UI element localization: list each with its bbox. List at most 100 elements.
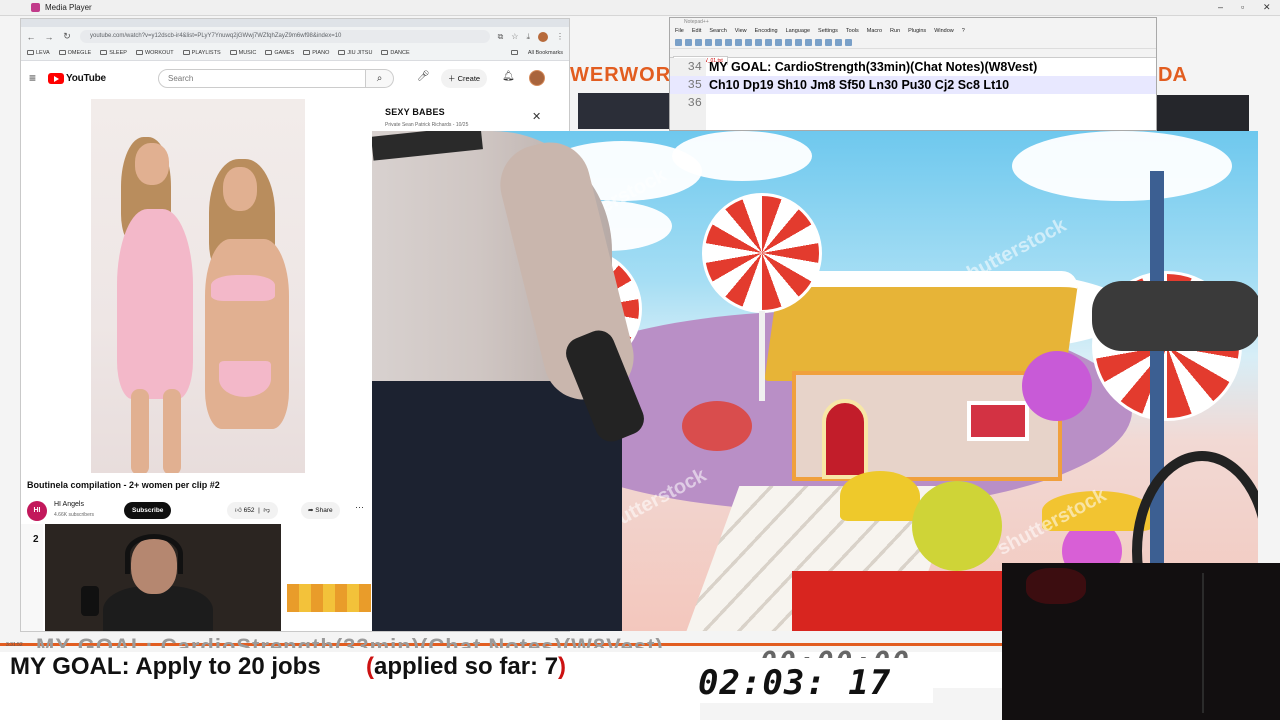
related-thumb-partial[interactable]: 2 <box>21 524 43 631</box>
menu-language[interactable]: Language <box>786 27 810 36</box>
notepad-window: Notepad++ File Edit Search View Encoding… <box>669 17 1157 131</box>
account-avatar[interactable] <box>529 70 545 86</box>
microphone-icon[interactable]: 🎤︎ <box>417 71 430 82</box>
save-icon[interactable] <box>695 38 702 46</box>
camera-stand <box>1202 573 1272 713</box>
paste-icon[interactable] <box>755 38 762 46</box>
cloud-shape <box>672 131 812 181</box>
menu-window[interactable]: Window <box>934 27 954 36</box>
zoom-in-icon[interactable] <box>805 38 812 46</box>
paren-open: ( <box>366 653 374 680</box>
person-pants <box>372 371 622 631</box>
menu-run[interactable]: Run <box>890 27 900 36</box>
save-all-icon[interactable] <box>705 38 712 46</box>
bookmark-10[interactable]: DANCE <box>381 50 410 56</box>
maximize-icon[interactable]: ▫ <box>1241 2 1244 12</box>
editor-line[interactable]: 34 MY GOAL: CardioStrength(33min)(Chat N… <box>670 58 1156 76</box>
all-bookmarks[interactable]: All Bookmarks <box>510 50 563 56</box>
wrap-icon[interactable] <box>835 38 842 46</box>
ghost-goal-text: MY GOAL: CardioStrength(33min)(Chat Note… <box>36 634 664 648</box>
star-icon[interactable]: ☆ <box>511 32 518 41</box>
profile-avatar[interactable] <box>538 31 548 42</box>
new-file-icon[interactable] <box>675 38 682 46</box>
thumbs-down-icon[interactable]: 👎︎ <box>263 507 270 514</box>
zoom-out-icon[interactable] <box>815 38 822 46</box>
subscribe-button[interactable]: Subscribe <box>124 502 172 519</box>
bookmark-1[interactable]: LEVA <box>27 50 50 56</box>
cut-icon[interactable] <box>735 38 742 46</box>
stream-canvas: Media Player – ▫ ✕ ← → ↻ youtube.com/wat… <box>0 0 1280 720</box>
menu-view[interactable]: View <box>735 27 747 36</box>
close-icon[interactable]: ✕ <box>1263 2 1271 13</box>
share-button[interactable]: ➦ Share <box>301 502 340 519</box>
menu-edit[interactable]: Edit <box>692 27 701 36</box>
more-actions-icon[interactable]: ⋯ <box>355 502 364 513</box>
forward-icon[interactable]: → <box>44 32 54 42</box>
person-left-leg <box>131 389 149 473</box>
line-number: 35 <box>687 78 702 92</box>
search-input[interactable]: Search <box>158 69 366 88</box>
back-icon[interactable]: ← <box>26 32 36 42</box>
person-right-body <box>205 239 289 429</box>
like-button[interactable]: 👍︎ 652 | 👎︎ <box>227 502 278 519</box>
menu-macro[interactable]: Macro <box>867 27 882 36</box>
bookmark-4[interactable]: WORKOUT <box>135 50 174 56</box>
goal-text: MY GOAL: Apply to 20 jobs <box>10 653 321 680</box>
redo-icon[interactable] <box>775 38 782 46</box>
webcam-feed: shutterstock shutterstock shutterstock s… <box>372 131 1258 631</box>
menu-tools[interactable]: Tools <box>846 27 859 36</box>
playlist-close-icon[interactable]: ✕ <box>532 110 541 123</box>
menu-encoding[interactable]: Encoding <box>755 27 778 36</box>
camera-red-glow <box>1026 568 1086 604</box>
find-icon[interactable] <box>785 38 792 46</box>
stopwatch-timer: 02:03: 17 <box>698 663 892 703</box>
green-candy-ball <box>912 481 1002 571</box>
create-button[interactable]: ＋ Create <box>441 69 488 88</box>
editor-line[interactable]: 36 <box>670 94 1156 112</box>
youtube-logo-icon[interactable] <box>48 72 65 84</box>
hamburger-menu-icon[interactable]: ≡ <box>29 71 36 85</box>
menu-search[interactable]: Search <box>709 27 726 36</box>
channel-name[interactable]: HI Angels <box>54 501 84 508</box>
notifications-bell-icon[interactable]: 🔔︎ <box>502 71 515 82</box>
print-icon[interactable] <box>725 38 732 46</box>
copy-icon[interactable] <box>745 38 752 46</box>
bookmark-5[interactable]: PLAYLISTS <box>182 50 221 56</box>
download-icon[interactable]: ⤓ <box>526 32 530 42</box>
gingerbread-window <box>967 401 1029 441</box>
related-video-thumbnail-2[interactable] <box>287 584 371 612</box>
minimize-icon[interactable]: – <box>1218 2 1223 12</box>
record-macro-icon[interactable] <box>845 38 852 46</box>
playlist-title[interactable]: SEXY BABES <box>385 107 445 117</box>
menu-file[interactable]: File <box>675 27 684 36</box>
related-video-thumbnail[interactable] <box>45 524 281 631</box>
extensions-icon[interactable]: ⧉ <box>498 32 504 42</box>
address-bar[interactable]: youtube.com/watch?v=y12dscb-ir4&list=PLy… <box>80 30 490 43</box>
lollipop-shape <box>702 193 822 313</box>
channel-avatar[interactable]: HI <box>27 501 47 521</box>
menu-kebab-icon[interactable]: ⋮ <box>556 32 564 41</box>
undo-icon[interactable] <box>765 38 772 46</box>
bookmark-8[interactable]: PIANO <box>303 50 329 56</box>
menu-plugins[interactable]: Plugins <box>908 27 926 36</box>
search-button[interactable]: ⌕ <box>366 69 394 88</box>
youtube-logo-text[interactable]: YouTube <box>66 73 106 84</box>
bookmark-6[interactable]: MUSIC <box>229 50 256 56</box>
bookmark-2[interactable]: OMEGLE <box>58 50 91 56</box>
bike-frame <box>1092 281 1258 351</box>
editor-line-current[interactable]: 35 Ch10 Dp19 Sh10 Jm8 Sf50 Ln30 Pu30 Cj2… <box>670 76 1156 94</box>
paren-close: ) <box>558 653 567 680</box>
reload-icon[interactable]: ↻ <box>62 31 72 42</box>
video-player[interactable] <box>21 99 371 475</box>
close-file-icon[interactable] <box>715 38 722 46</box>
menu-help[interactable]: ? <box>962 27 965 36</box>
sync-icon[interactable] <box>825 38 832 46</box>
video-frame <box>91 99 305 473</box>
notepad-editor[interactable]: 34 MY GOAL: CardioStrength(33min)(Chat N… <box>670 58 1156 130</box>
bookmark-9[interactable]: JIU JITSU <box>338 50 372 56</box>
replace-icon[interactable] <box>795 38 802 46</box>
open-file-icon[interactable] <box>685 38 692 46</box>
bookmark-7[interactable]: GAMES <box>265 50 294 56</box>
menu-settings[interactable]: Settings <box>818 27 838 36</box>
bookmark-3[interactable]: SLEEP <box>100 50 127 56</box>
